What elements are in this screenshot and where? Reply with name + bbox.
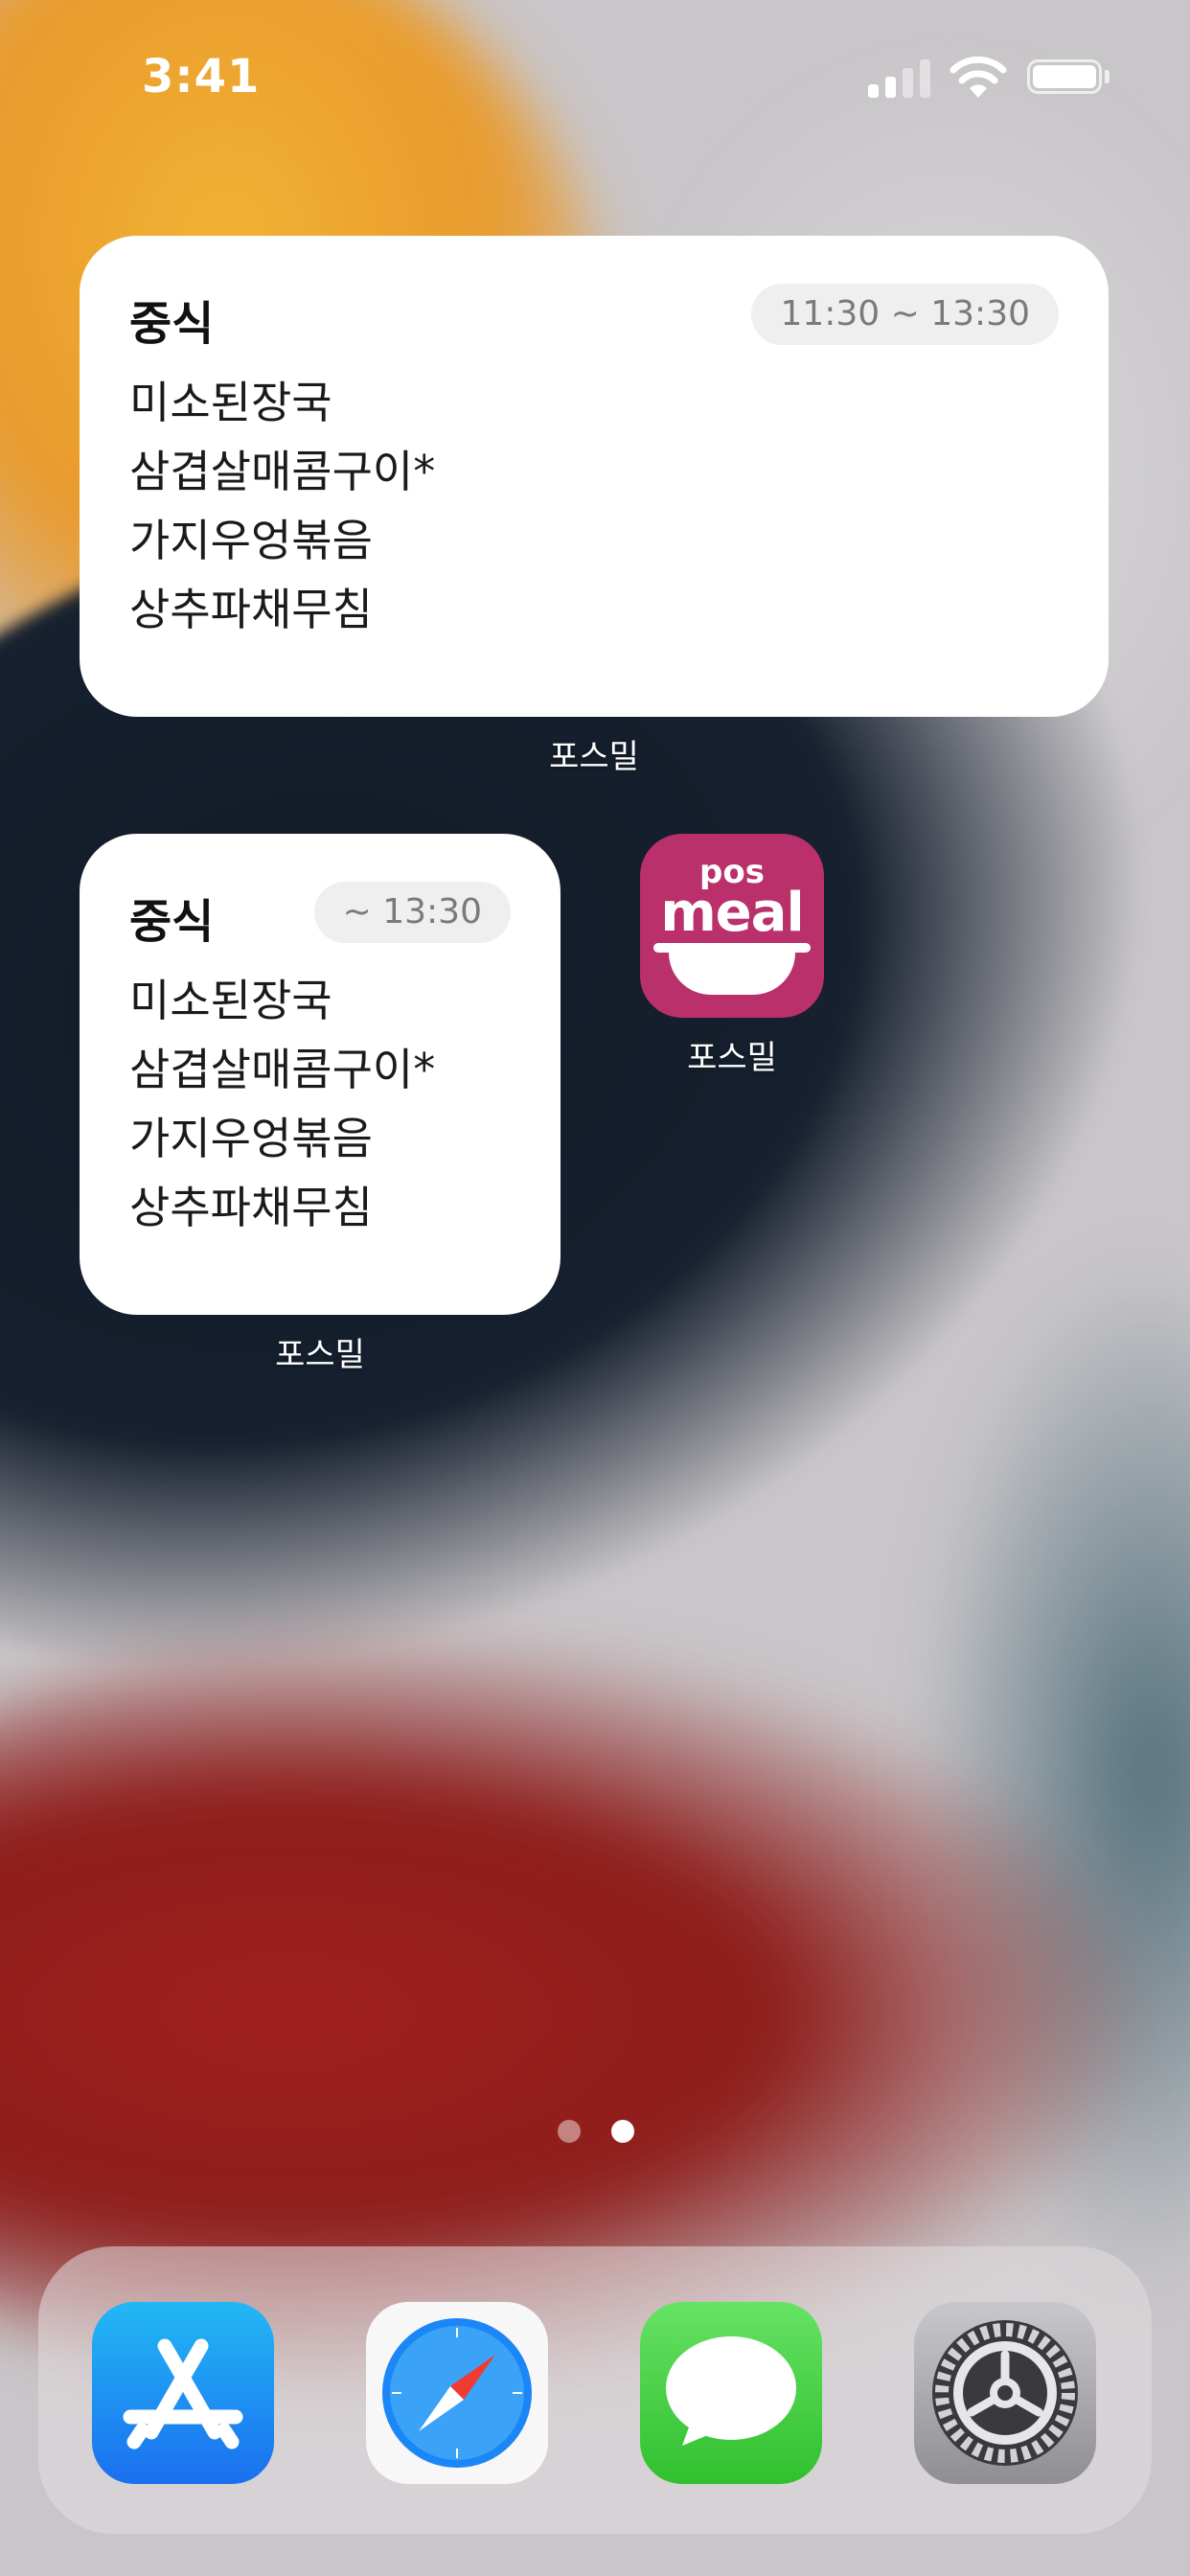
- messages-icon[interactable]: [640, 2302, 822, 2484]
- bowl-body: [669, 953, 795, 995]
- widget-time-badge: 11:30 ~ 13:30: [751, 284, 1059, 345]
- menu-item: 삼겹살매콤구이*: [129, 446, 436, 497]
- page-dot-2-active[interactable]: [611, 2120, 634, 2143]
- bowl-icon: [653, 943, 811, 953]
- menu-item: 상추파채무침: [129, 1182, 373, 1233]
- wifi-icon: [950, 56, 1007, 98]
- page-dot-1[interactable]: [558, 2120, 581, 2143]
- widget-title: 중식: [129, 895, 215, 949]
- cellular-signal-icon: [868, 58, 931, 98]
- menu-list: 미소된장국 삼겹살매콤구이* 가지우엉볶음 상추파채무침: [129, 966, 435, 1242]
- settings-icon[interactable]: [914, 2302, 1096, 2484]
- menu-item: 상추파채무침: [129, 584, 373, 635]
- widget-title: 중식: [129, 297, 215, 351]
- battery-cap: [1105, 70, 1110, 83]
- app-label: 포스밀: [687, 1039, 777, 1077]
- battery-icon: [1027, 59, 1102, 94]
- lunch-widget-medium[interactable]: 중식 11:30 ~ 13:30 미소된장국 삼겹살매콤구이* 가지우엉볶음 상…: [80, 236, 1109, 717]
- lunch-widget-small[interactable]: 중식 ~ 13:30 미소된장국 삼겹살매콤구이* 가지우엉볶음 상추파채무침: [80, 834, 561, 1315]
- safari-icon[interactable]: [366, 2302, 548, 2484]
- menu-item: 삼겹살매콤구이*: [129, 1044, 436, 1095]
- widget-label-medium: 포스밀: [549, 738, 639, 776]
- menu-item: 미소된장국: [129, 975, 332, 1026]
- app-store-icon[interactable]: [92, 2302, 274, 2484]
- menu-item: 가지우엉볶음: [129, 515, 373, 566]
- widget-time-badge: ~ 13:30: [313, 882, 511, 943]
- widget-label-small: 포스밀: [275, 1336, 365, 1374]
- menu-item: 가지우엉볶음: [129, 1113, 373, 1164]
- menu-list: 미소된장국 삼겹살매콤구이* 가지우엉볶음 상추파채무침: [129, 368, 435, 644]
- menu-item: 미소된장국: [129, 377, 332, 428]
- posmeal-app-icon[interactable]: pos meal: [640, 834, 824, 1018]
- status-bar: 3:41: [0, 0, 1190, 153]
- status-time: 3:41: [142, 50, 261, 104]
- logo-meal-text: meal: [660, 882, 804, 944]
